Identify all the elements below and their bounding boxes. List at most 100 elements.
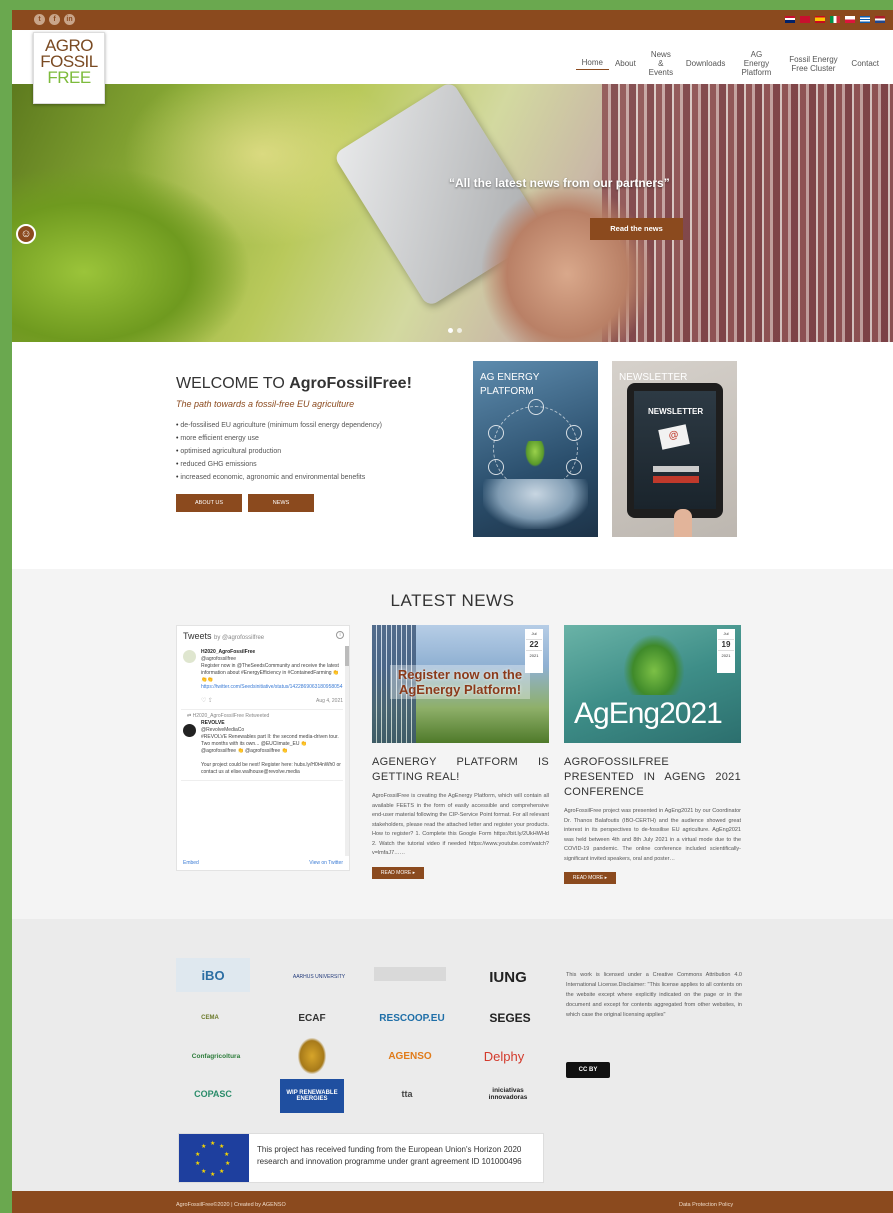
avatar <box>183 724 196 737</box>
heart-icon[interactable]: ♡ <box>201 698 206 704</box>
flag-pl-icon[interactable] <box>845 16 855 23</box>
post-image[interactable]: Register now on the AgEnergy Platform! J… <box>372 625 549 743</box>
main-nav: Home About News & Events Downloads AG En… <box>575 50 885 77</box>
read-more-button[interactable]: READ MORE ▸ <box>564 872 616 884</box>
list-item: de-fossilised EU agriculture (minimum fo… <box>176 419 466 432</box>
date-day: 22 <box>526 639 542 651</box>
date-month: Jul <box>723 631 729 636</box>
nav-ag-energy-platform[interactable]: AG Energy Platform <box>731 50 781 77</box>
accessibility-icon[interactable]: ☺ <box>16 224 36 244</box>
social-links: t f in <box>34 14 75 25</box>
avatar <box>183 650 196 663</box>
news-button[interactable]: NEWS <box>248 494 314 512</box>
partner-logo-cema[interactable]: CEMA <box>182 1001 238 1035</box>
partner-logo-iung[interactable]: IUNG <box>472 964 544 990</box>
flag-gb-icon[interactable] <box>785 16 795 23</box>
nav-contact[interactable]: Contact <box>845 59 885 68</box>
partner-logo-tta[interactable]: tta <box>374 1081 440 1107</box>
flag-gr-icon[interactable] <box>860 16 870 23</box>
nav-about[interactable]: About <box>609 59 642 68</box>
list-item: increased economic, agronomic and enviro… <box>176 471 466 484</box>
partner-logo-generic[interactable] <box>374 967 446 981</box>
ag-energy-card-title: AG ENERGY PLATFORM <box>480 372 540 397</box>
tweet-handle: @agrofossilfree <box>201 656 237 662</box>
date-badge: Jul 22 2021 <box>525 629 543 673</box>
tweet[interactable]: ⇄ H2020_AgroFossilFree Retweeted REVOLVE… <box>181 710 343 781</box>
read-more-button[interactable]: READ MORE ▸ <box>372 866 424 879</box>
post-title[interactable]: AGENERGY PLATFORM IS GETTING REAL! <box>372 755 549 785</box>
welcome-title-brand: AgroFossilFree! <box>289 375 412 392</box>
partner-logo-copasc[interactable]: COPASC <box>182 1081 244 1107</box>
tweet-handle: @RevolveMediaCo <box>201 727 245 733</box>
slider-dot-2[interactable] <box>457 328 462 333</box>
ag-energy-platform-card[interactable]: AG ENERGY PLATFORM <box>473 361 598 537</box>
tweets-by[interactable]: by @agrofossilfree <box>214 635 264 641</box>
flag-it-icon[interactable] <box>830 16 840 23</box>
data-protection-link[interactable]: Data Protection Policy <box>679 1202 733 1208</box>
retweet-label-text: H2020_AgroFossilFree Retweeted <box>192 713 270 719</box>
creative-commons-badge[interactable]: CC BY <box>566 1062 610 1078</box>
partner-logo-wip[interactable]: WIP RENEWABLE ENERGIES <box>280 1079 344 1113</box>
list-item: reduced GHG emissions <box>176 458 466 471</box>
site-footer: AgroFossilFree©2020 | Created by AGENSO … <box>12 1191 893 1213</box>
share-icon[interactable]: ⇪ <box>208 698 213 704</box>
tweets-header: Tweets by @agrofossilfree <box>183 631 264 641</box>
newsletter-card[interactable]: NEWSLETTER NEWSLETTER <box>612 361 737 537</box>
newsletter-card-title: NEWSLETTER <box>619 372 688 383</box>
newsletter-email-field <box>653 466 699 472</box>
partner-logo-delphy[interactable]: Delphy <box>472 1043 536 1069</box>
linkedin-icon[interactable]: in <box>64 14 75 25</box>
partner-logo-agenso[interactable]: AGENSO <box>372 1043 448 1069</box>
tweet-author[interactable]: H2020_AgroFossilFree <box>201 649 255 655</box>
date-month: Jul <box>531 631 537 636</box>
twitter-timeline[interactable]: Tweets by @agrofossilfree i H2020_AgroFo… <box>176 625 350 871</box>
tweet-link[interactable]: https://twitter.com/Seedsinitiative/stat… <box>201 684 342 690</box>
nav-downloads[interactable]: Downloads <box>680 59 732 68</box>
nav-fossil-energy-free-cluster[interactable]: Fossil Energy Free Cluster <box>781 55 845 73</box>
partner-logo-aarhus[interactable]: AARHUS UNIVERSITY <box>277 964 361 990</box>
date-day: 19 <box>718 639 734 651</box>
post-excerpt: AgroFossilFree is creating the AgEnergy … <box>372 793 549 856</box>
partner-logo-confagricoltura[interactable]: Confagricoltura <box>178 1043 254 1069</box>
logo-line-3: FREE <box>47 68 91 87</box>
partner-logo-ibo[interactable]: iBO <box>176 958 250 992</box>
flag-nl-icon[interactable] <box>875 16 885 23</box>
scrollbar-thumb[interactable] <box>345 646 349 666</box>
flag-es-icon[interactable] <box>815 16 825 23</box>
tweets-title: Tweets <box>183 631 212 641</box>
twitter-icon[interactable]: t <box>34 14 45 25</box>
view-on-twitter-link[interactable]: View on Twitter <box>309 860 343 866</box>
welcome-buttons: ABOUT US NEWS <box>176 494 466 512</box>
partner-logo-rescoop[interactable]: RESCOOP.EU <box>372 1005 452 1031</box>
slider-dot-1[interactable] <box>448 328 453 333</box>
newsletter-subscribe-graphic <box>653 476 699 483</box>
news-post: Register now on the AgEnergy Platform! J… <box>372 625 549 879</box>
tweet-text: #REVOLVE Renewables part II: the second … <box>201 734 339 754</box>
nav-news-events[interactable]: News & Events <box>642 50 680 77</box>
tweet-author[interactable]: REVOLVE <box>201 720 225 726</box>
list-item: optimised agricultural production <box>176 445 466 458</box>
nav-home[interactable]: Home <box>575 58 609 70</box>
flag-dk-icon[interactable] <box>800 16 810 23</box>
tweet[interactable]: H2020_AgroFossilFree @agrofossilfree Reg… <box>181 646 343 710</box>
hands-graphic <box>483 479 588 529</box>
latest-news-heading: LATEST NEWS <box>390 591 515 610</box>
embed-link[interactable]: Embed <box>183 860 199 866</box>
post-image[interactable]: AgEng2021 Jul 19 2021 <box>564 625 741 743</box>
partner-logo-ecaf[interactable]: ECAF <box>282 1001 342 1035</box>
partner-logo-iniciativas[interactable]: iniciativas innovadoras <box>482 1077 534 1111</box>
partner-logo-seges[interactable]: SEGES <box>472 1005 548 1031</box>
facebook-icon[interactable]: f <box>49 14 60 25</box>
read-the-news-button[interactable]: Read the news <box>590 218 683 240</box>
tweets-body: H2020_AgroFossilFree @agrofossilfree Reg… <box>181 646 343 856</box>
date-year: 2021 <box>721 653 731 658</box>
post-title[interactable]: AGROFOSSILFREE PRESENTED IN AGENG 2021 C… <box>564 755 741 800</box>
license-text: This work is licensed under a Creative C… <box>566 972 742 1018</box>
info-icon[interactable]: i <box>336 631 344 639</box>
site-logo[interactable]: AGRO FOSSIL FREE <box>33 32 105 104</box>
tweet-date[interactable]: Aug 4, 2021 <box>316 698 343 705</box>
tweets-scrollbar[interactable] <box>345 646 349 856</box>
slider-dots <box>448 328 462 333</box>
partner-logo-wheat[interactable] <box>298 1038 326 1074</box>
about-us-button[interactable]: ABOUT US <box>176 494 242 512</box>
